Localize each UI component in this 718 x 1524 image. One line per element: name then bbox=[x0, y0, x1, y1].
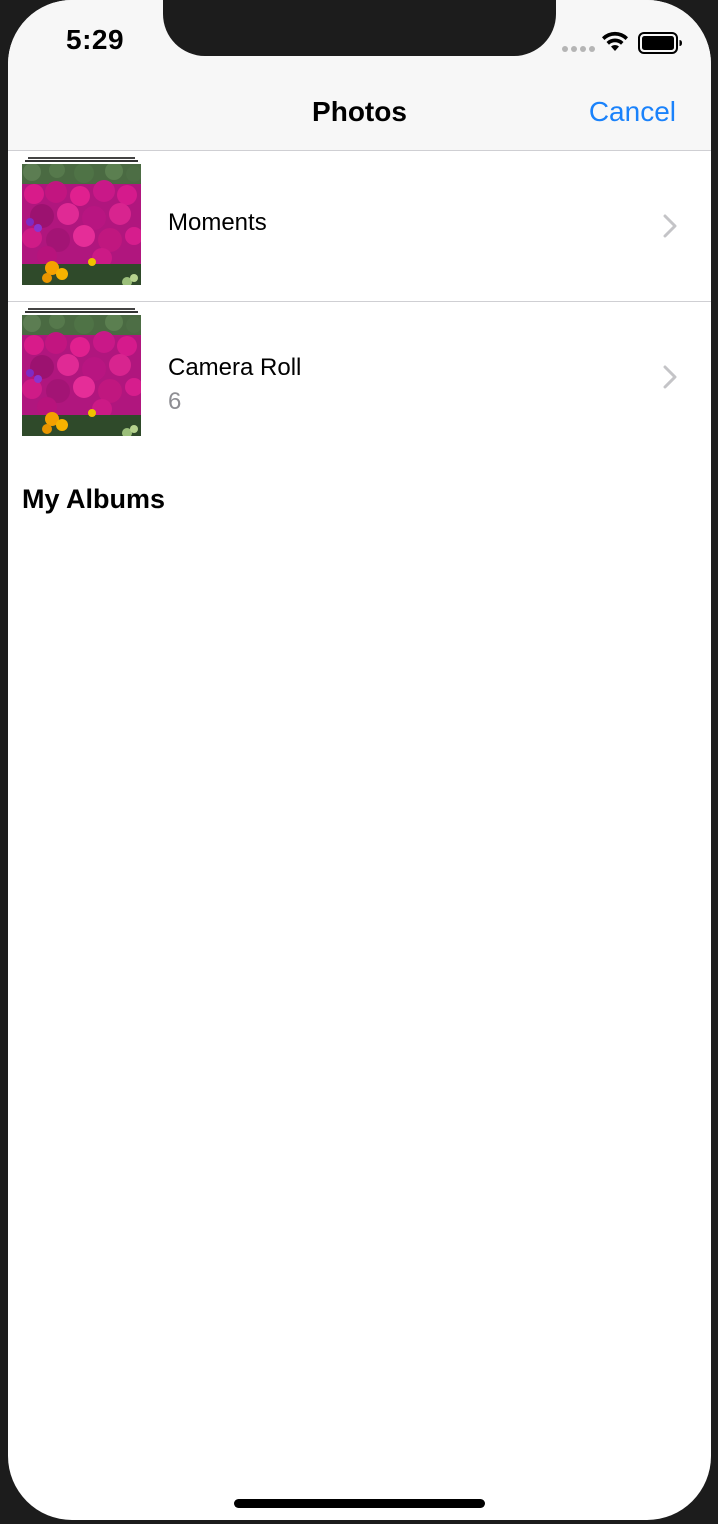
album-row-moments[interactable]: Moments bbox=[8, 151, 711, 301]
wifi-icon bbox=[602, 31, 628, 51]
album-title: Moments bbox=[168, 209, 267, 236]
chevron-right-icon bbox=[663, 365, 677, 389]
home-indicator[interactable] bbox=[234, 1499, 485, 1508]
album-row-camera-roll[interactable]: Camera Roll 6 bbox=[8, 302, 711, 452]
album-thumbnail-stack bbox=[22, 157, 141, 285]
flower-photo-thumbnail bbox=[22, 164, 141, 285]
status-time: 5:29 bbox=[66, 24, 125, 55]
album-photo-count: 6 bbox=[168, 388, 182, 415]
battery-icon bbox=[638, 32, 682, 54]
album-thumbnail-stack bbox=[22, 308, 141, 436]
chevron-right-icon bbox=[663, 214, 677, 238]
device-notch bbox=[163, 0, 556, 56]
cellular-signal-icon bbox=[562, 46, 595, 52]
phone-screen: 5:29 Photos Cancel Moments Camera Roll 6… bbox=[8, 0, 711, 1520]
cancel-button[interactable]: Cancel bbox=[589, 96, 676, 128]
navigation-bar: 5:29 Photos Cancel bbox=[8, 0, 711, 151]
flower-photo-thumbnail bbox=[22, 315, 141, 436]
section-header-my-albums: My Albums bbox=[22, 484, 166, 514]
album-title: Camera Roll bbox=[168, 354, 302, 381]
